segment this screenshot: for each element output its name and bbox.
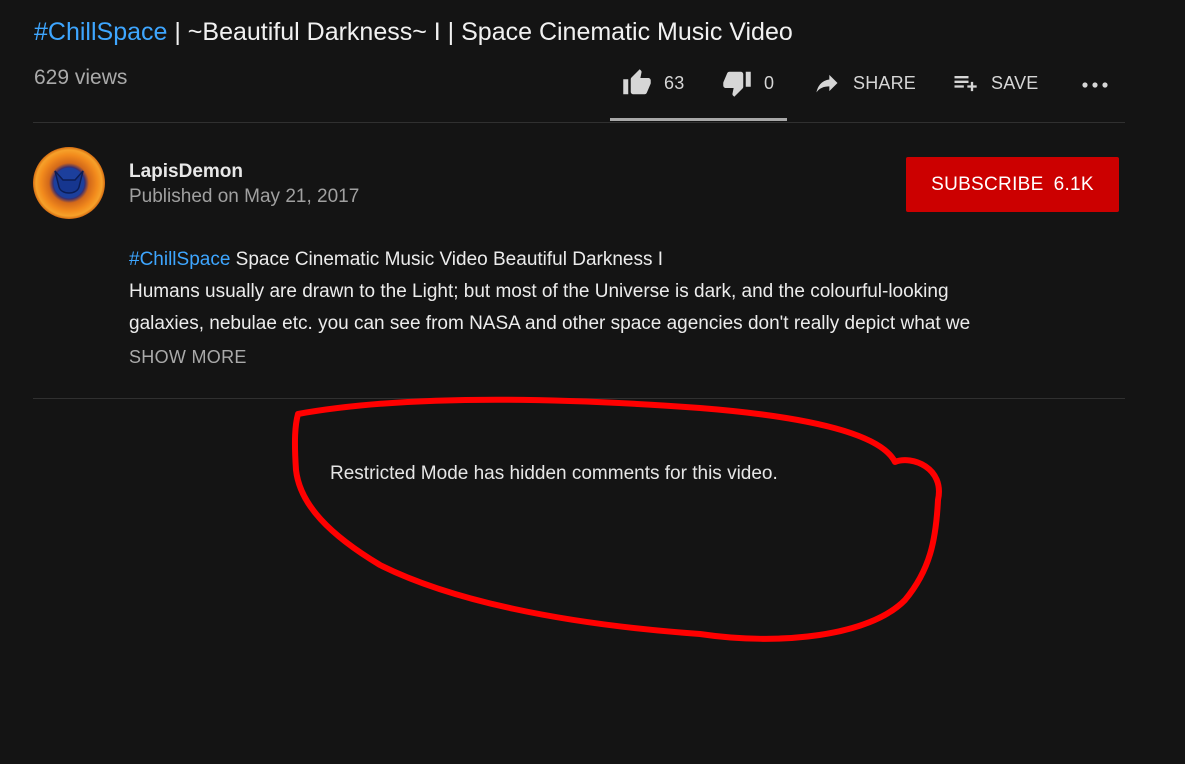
view-count: 629 views <box>34 66 128 89</box>
save-label: SAVE <box>991 72 1039 93</box>
like-count: 63 <box>664 72 685 93</box>
top-divider <box>33 122 1125 123</box>
description-hashtag-link[interactable]: #ChillSpace <box>129 249 230 270</box>
dislike-count: 0 <box>764 72 775 93</box>
more-horizontal-icon <box>1080 68 1110 98</box>
subscriber-count: 6.1K <box>1053 173 1094 195</box>
share-label: SHARE <box>853 72 917 93</box>
like-ratio-bar <box>610 118 787 121</box>
subscribe-button[interactable]: SUBSCRIBE 6.1K <box>906 157 1119 212</box>
like-button[interactable]: 63 <box>622 66 684 100</box>
thumbs-up-icon <box>622 68 652 98</box>
thumbs-down-icon <box>722 68 752 98</box>
channel-avatar[interactable] <box>33 147 105 219</box>
video-description: #ChillSpace Space Cinematic Music Video … <box>129 244 1069 340</box>
share-button[interactable]: SHARE <box>813 66 916 100</box>
description-line-3: galaxies, nebulae etc. you can see from … <box>129 313 971 334</box>
description-line-1: Space Cinematic Music Video Beautiful Da… <box>230 249 664 270</box>
title-text: | ~Beautiful Darkness~ I | Space Cinemat… <box>167 18 793 46</box>
red-circle-annotation <box>291 396 942 642</box>
title-hashtag-link[interactable]: #ChillSpace <box>34 18 167 46</box>
description-line-2: Humans usually are drawn to the Light; b… <box>129 281 949 302</box>
share-arrow-icon <box>813 69 841 97</box>
demon-emblem-icon <box>54 170 84 194</box>
subscribe-label: SUBSCRIBE <box>931 173 1044 195</box>
show-more-button[interactable]: SHOW MORE <box>129 347 247 368</box>
playlist-add-icon <box>951 69 979 97</box>
restricted-comments-message: Restricted Mode has hidden comments for … <box>330 463 778 484</box>
more-actions-button[interactable] <box>1080 66 1110 100</box>
publish-date: Published on May 21, 2017 <box>129 186 360 207</box>
video-title: #ChillSpace | ~Beautiful Darkness~ I | S… <box>34 16 793 48</box>
description-divider <box>33 398 1125 399</box>
channel-name-link[interactable]: LapisDemon <box>129 161 243 183</box>
save-button[interactable]: SAVE <box>951 66 1039 100</box>
dislike-button[interactable]: 0 <box>722 66 774 100</box>
